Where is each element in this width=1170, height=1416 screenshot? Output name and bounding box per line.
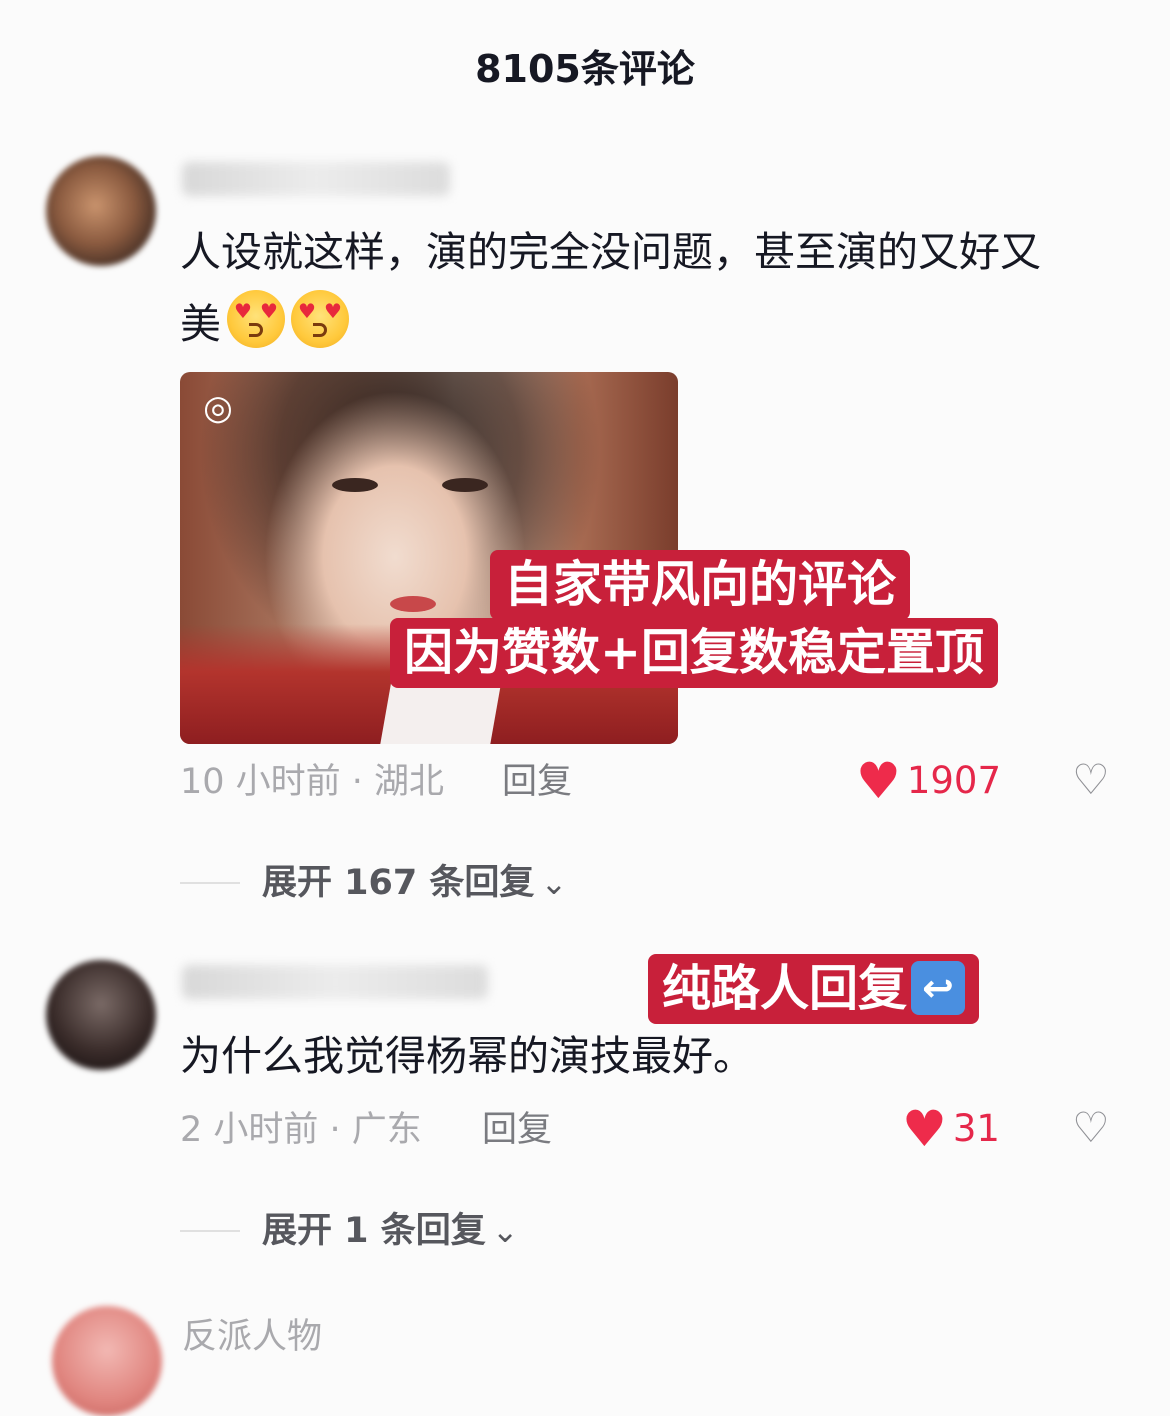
- like-button[interactable]: ♥ 1907: [856, 751, 1001, 810]
- image-detail: [390, 596, 436, 612]
- username-blurred[interactable]: [182, 162, 450, 196]
- chevron-down-icon: ⌄: [491, 1211, 519, 1250]
- comment-text: 为什么我觉得杨幂的演技最好。: [180, 1032, 754, 1080]
- avatar[interactable]: [52, 1306, 162, 1416]
- avatar[interactable]: [46, 960, 156, 1070]
- expand-replies-label: 展开 1 条回复: [262, 1210, 486, 1251]
- comment-text: 人设就这样，演的完全没问题，甚至演的又好又 美 ♥ ♥ ♥ ♥: [180, 216, 1140, 360]
- image-detail: [442, 478, 488, 492]
- live-photo-icon: ◎: [203, 388, 233, 428]
- heart-eyes-kiss-emoji-icon: ♥ ♥: [227, 290, 285, 348]
- chevron-down-icon: ⌄: [540, 863, 568, 902]
- comment-text-line: 美: [180, 300, 221, 348]
- annotation-label: 因为赞数+回复数稳定置顶: [390, 618, 999, 688]
- return-arrow-icon: ↩: [911, 961, 966, 1015]
- annotation-label-text: 纯路人回复: [662, 960, 908, 1017]
- avatar[interactable]: [46, 156, 156, 266]
- like-count: 31: [952, 1106, 1000, 1150]
- expand-replies-label: 展开 167 条回复: [262, 862, 535, 903]
- image-detail: [332, 478, 378, 492]
- heart-eyes-kiss-emoji-icon: ♥ ♥: [291, 290, 349, 348]
- annotation-label: 自家带风向的评论: [490, 550, 911, 620]
- divider-line: [180, 1229, 240, 1232]
- comment-meta: 10 小时前 · 湖北: [180, 762, 445, 802]
- broken-heart-icon[interactable]: ♡: [1072, 756, 1110, 804]
- expand-replies-button[interactable]: 展开 1 条回复 ⌄: [180, 1208, 519, 1252]
- like-button[interactable]: ♥ 31: [902, 1099, 1000, 1158]
- reply-button[interactable]: 回复: [502, 762, 572, 802]
- heart-icon: ♥: [856, 751, 901, 810]
- heart-icon: ♥: [902, 1099, 947, 1158]
- expand-replies-button[interactable]: 展开 167 条回复 ⌄: [180, 860, 567, 904]
- username[interactable]: 反派人物: [182, 1308, 322, 1359]
- reply-button[interactable]: 回复: [482, 1110, 552, 1150]
- divider-line: [180, 881, 240, 884]
- broken-heart-icon[interactable]: ♡: [1072, 1104, 1110, 1152]
- like-count: 1907: [906, 758, 1001, 802]
- annotation-label: 纯路人回复 ↩: [648, 954, 980, 1024]
- comments-count-title: 8105条评论: [475, 47, 695, 91]
- comment-text-line: 人设就这样，演的完全没问题，甚至演的又好又: [180, 228, 1041, 276]
- comment-meta: 2 小时前 · 广东: [180, 1110, 422, 1150]
- username-blurred[interactable]: [182, 965, 488, 999]
